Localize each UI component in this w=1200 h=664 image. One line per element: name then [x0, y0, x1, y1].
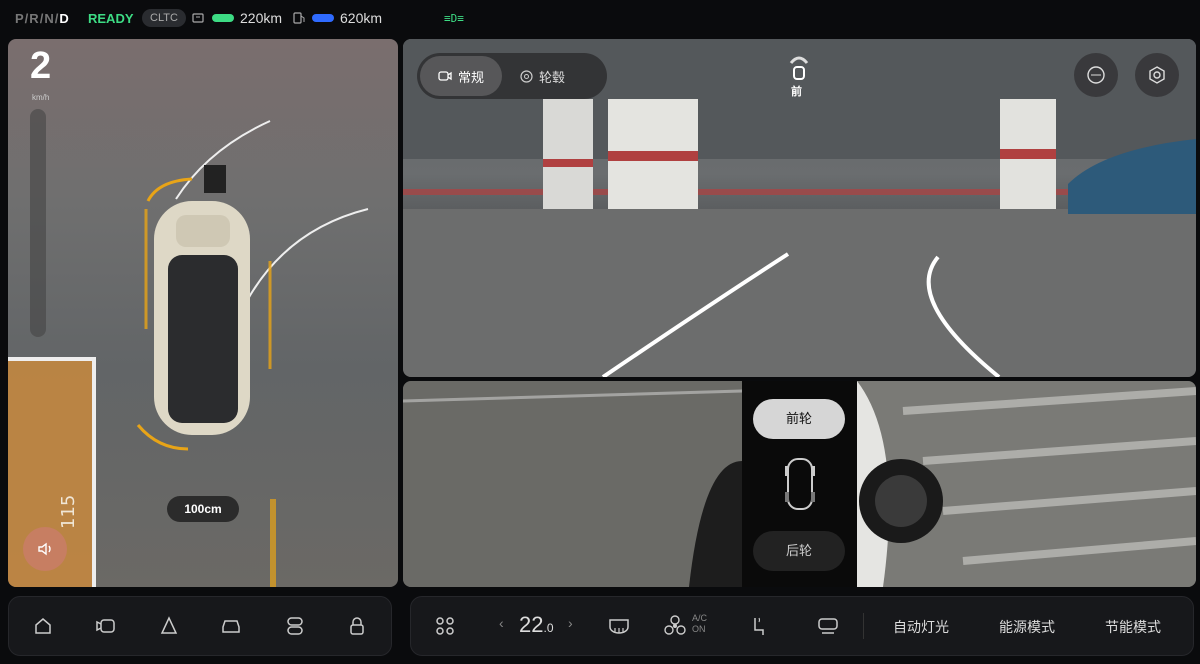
fuel-range: 620km — [292, 10, 382, 26]
ready-indicator: READY — [88, 11, 134, 26]
3d-view-icon — [1087, 66, 1105, 84]
lock-icon — [350, 617, 364, 635]
cltc-badge: CLTC — [142, 9, 186, 27]
home-icon — [35, 618, 51, 634]
camera-direction-label: 前 — [791, 86, 802, 98]
battery-range-value: 220km — [240, 10, 283, 26]
settings-icon — [1149, 66, 1165, 84]
camera-icon — [96, 619, 115, 633]
window-icon — [818, 618, 838, 634]
distance-badge: 100cm — [167, 496, 239, 522]
camera-button[interactable] — [93, 612, 121, 640]
tab-normal[interactable]: 常规 — [420, 56, 503, 96]
fan-icon — [664, 615, 686, 635]
fuel-range-value: 620km — [340, 10, 383, 26]
camera-icon — [438, 71, 452, 81]
eco-mode-button[interactable]: 节能模式 — [1105, 617, 1161, 637]
tab-normal-label: 常规 — [458, 69, 485, 85]
svg-text:115: 115 — [58, 495, 79, 529]
car-outline-icon — [785, 458, 815, 510]
wheel-camera-panel[interactable]: 前轮 后轮 — [403, 381, 1196, 587]
fuel-pump-icon — [293, 12, 305, 24]
speed-value: 2 — [30, 45, 52, 87]
ac-status[interactable]: A/C ON — [692, 613, 707, 635]
battery-level-bar — [212, 14, 234, 22]
gear-d: D — [59, 11, 70, 26]
energy-mode-button[interactable]: 能源模式 — [999, 617, 1055, 637]
home-button[interactable] — [29, 612, 57, 640]
fuel-level-bar — [312, 14, 334, 22]
defrost-button[interactable] — [605, 612, 633, 640]
temp-decrease-button[interactable]: ‹ — [499, 615, 504, 631]
volume-button[interactable] — [23, 527, 67, 571]
surround-view-panel[interactable]: 115 2 km/h 100cm — [8, 39, 398, 587]
gear-selector: P/R/N/D — [15, 11, 70, 26]
fan-button[interactable] — [661, 612, 689, 640]
auto-light-button[interactable]: 自动灯光 — [893, 617, 949, 637]
lock-button[interactable] — [343, 612, 371, 640]
gear-n: N — [44, 11, 55, 26]
window-button[interactable] — [814, 612, 842, 640]
battery-car-icon — [192, 13, 204, 23]
speaker-icon — [38, 542, 51, 556]
temperature-display: 22.0 — [519, 612, 554, 638]
temp-increase-button[interactable]: › — [568, 615, 573, 631]
status-bar: P/R/N/D READY CLTC 220km 620km ≡D≡ — [0, 0, 1200, 36]
rear-defrost-icon — [609, 619, 629, 634]
temperature-decimal: .0 — [543, 621, 554, 635]
divider — [863, 613, 864, 639]
controls-button[interactable] — [281, 612, 309, 640]
car-icon — [222, 620, 240, 633]
quick-control-dock — [8, 596, 392, 656]
camera-settings-button[interactable] — [1135, 53, 1179, 97]
camera-mode-switch: 常规 轮毂 — [417, 53, 607, 99]
wheel-selector: 前轮 后轮 — [742, 381, 857, 587]
apps-button[interactable] — [431, 612, 459, 640]
rear-wheel-button[interactable]: 后轮 — [753, 531, 845, 571]
front-wheel-button[interactable]: 前轮 — [753, 399, 845, 439]
speed-unit: km/h — [32, 93, 50, 102]
ac-label: A/C — [692, 613, 708, 623]
apps-grid-icon — [436, 617, 454, 635]
toggle-icon — [287, 617, 303, 635]
vehicle-button[interactable] — [217, 612, 245, 640]
front-camera-panel[interactable]: 常规 轮毂 前 — [403, 39, 1196, 377]
gear-r: R — [29, 11, 40, 26]
climate-dock: ‹ 22.0 › A/C ON 自动灯光 能源模式 节能模式 — [410, 596, 1194, 656]
headlight-indicator-icon: ≡D≡ — [444, 12, 464, 25]
ac-state: ON — [692, 624, 706, 634]
navigation-button[interactable] — [155, 612, 183, 640]
seat-heat-button[interactable] — [745, 612, 773, 640]
navigation-icon — [160, 616, 178, 634]
wheel-icon — [520, 69, 533, 83]
tab-wheel[interactable]: 轮毂 — [502, 56, 583, 96]
battery-range: 220km — [192, 10, 282, 26]
tab-wheel-label: 轮毂 — [539, 69, 566, 85]
seat-heat-icon — [754, 617, 764, 635]
view-3d-button[interactable] — [1074, 53, 1118, 97]
front-camera-indicator-icon — [789, 56, 809, 80]
car-top-icon — [154, 201, 250, 435]
gear-p: P — [15, 11, 25, 26]
temperature-value: 22 — [519, 612, 544, 637]
